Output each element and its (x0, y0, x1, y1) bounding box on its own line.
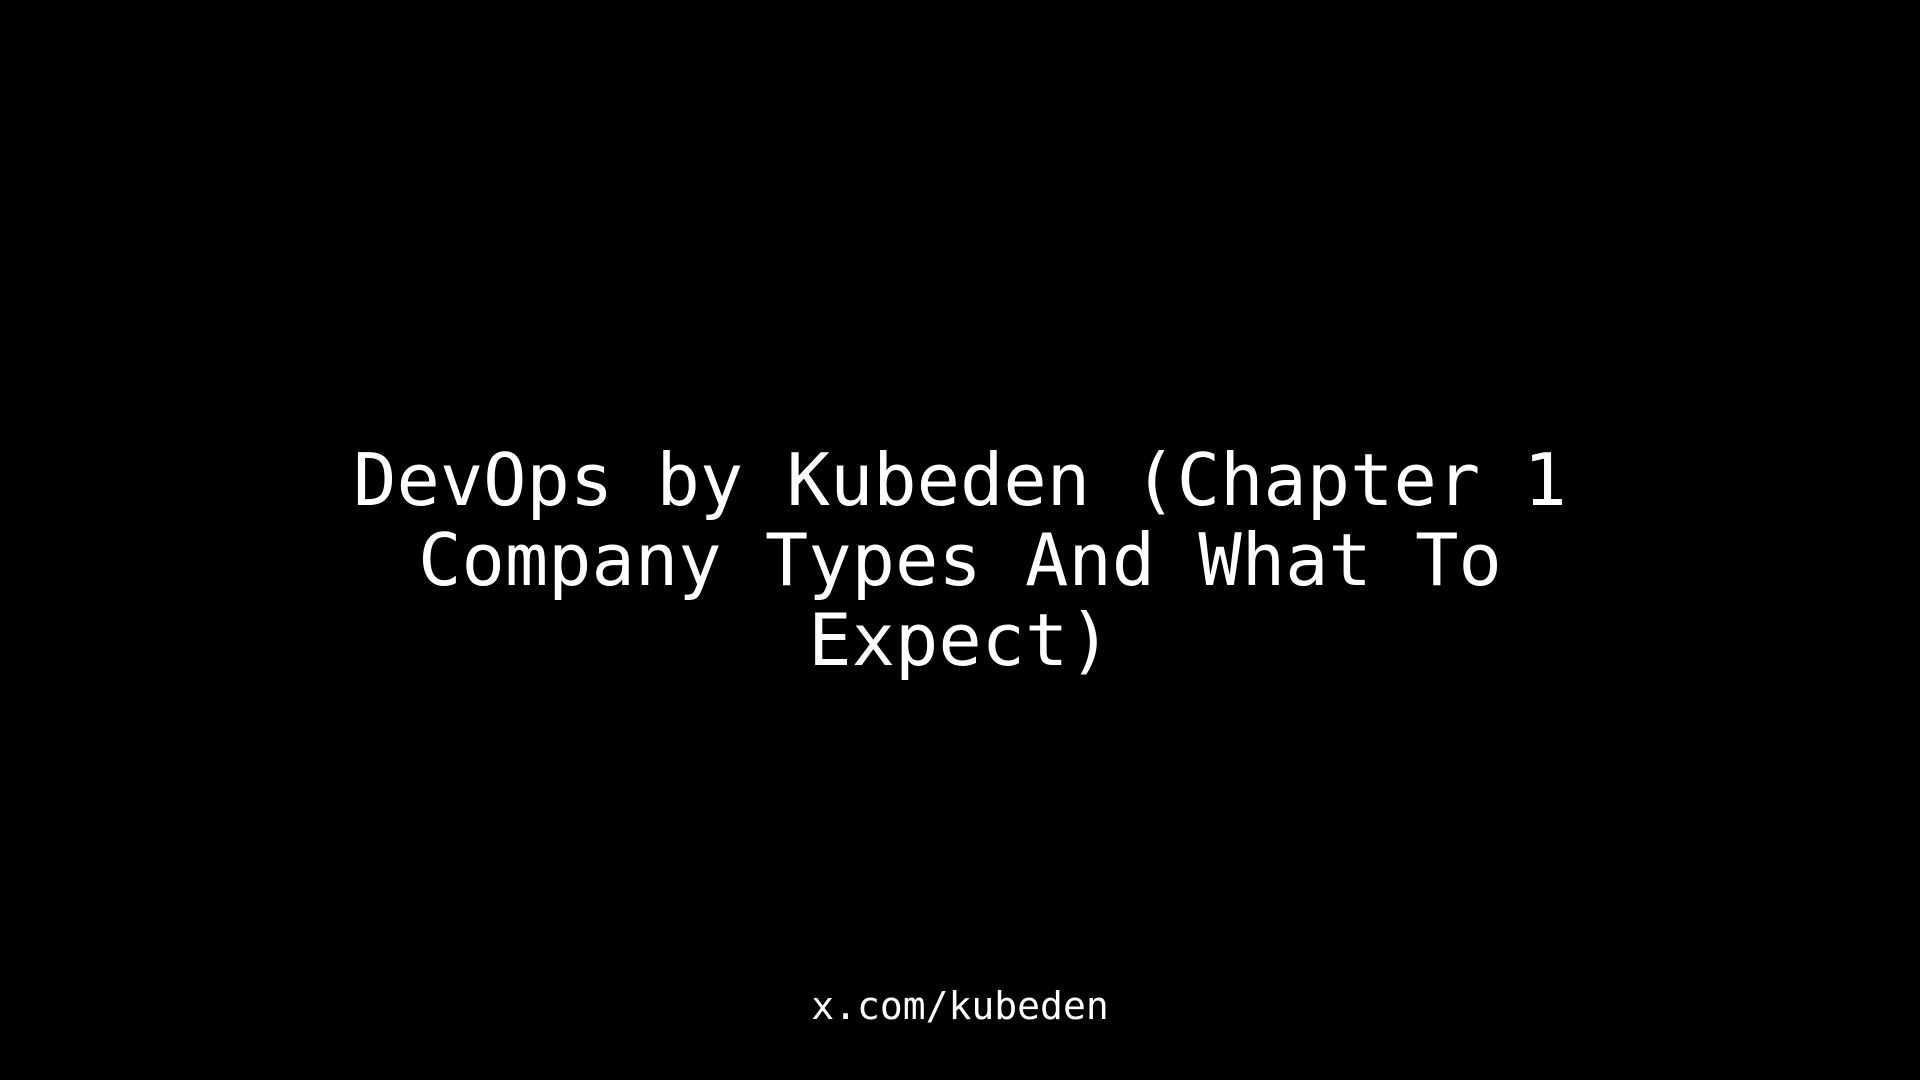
title-line-3: Expect) (808, 598, 1112, 682)
title-line-1: DevOps by Kubeden (Chapter 1 (353, 438, 1567, 522)
footer-handle: x.com/kubeden (811, 984, 1109, 1028)
page-title: DevOps by Kubeden (Chapter 1 Company Typ… (0, 440, 1920, 680)
title-line-2: Company Types And What To (418, 518, 1502, 602)
